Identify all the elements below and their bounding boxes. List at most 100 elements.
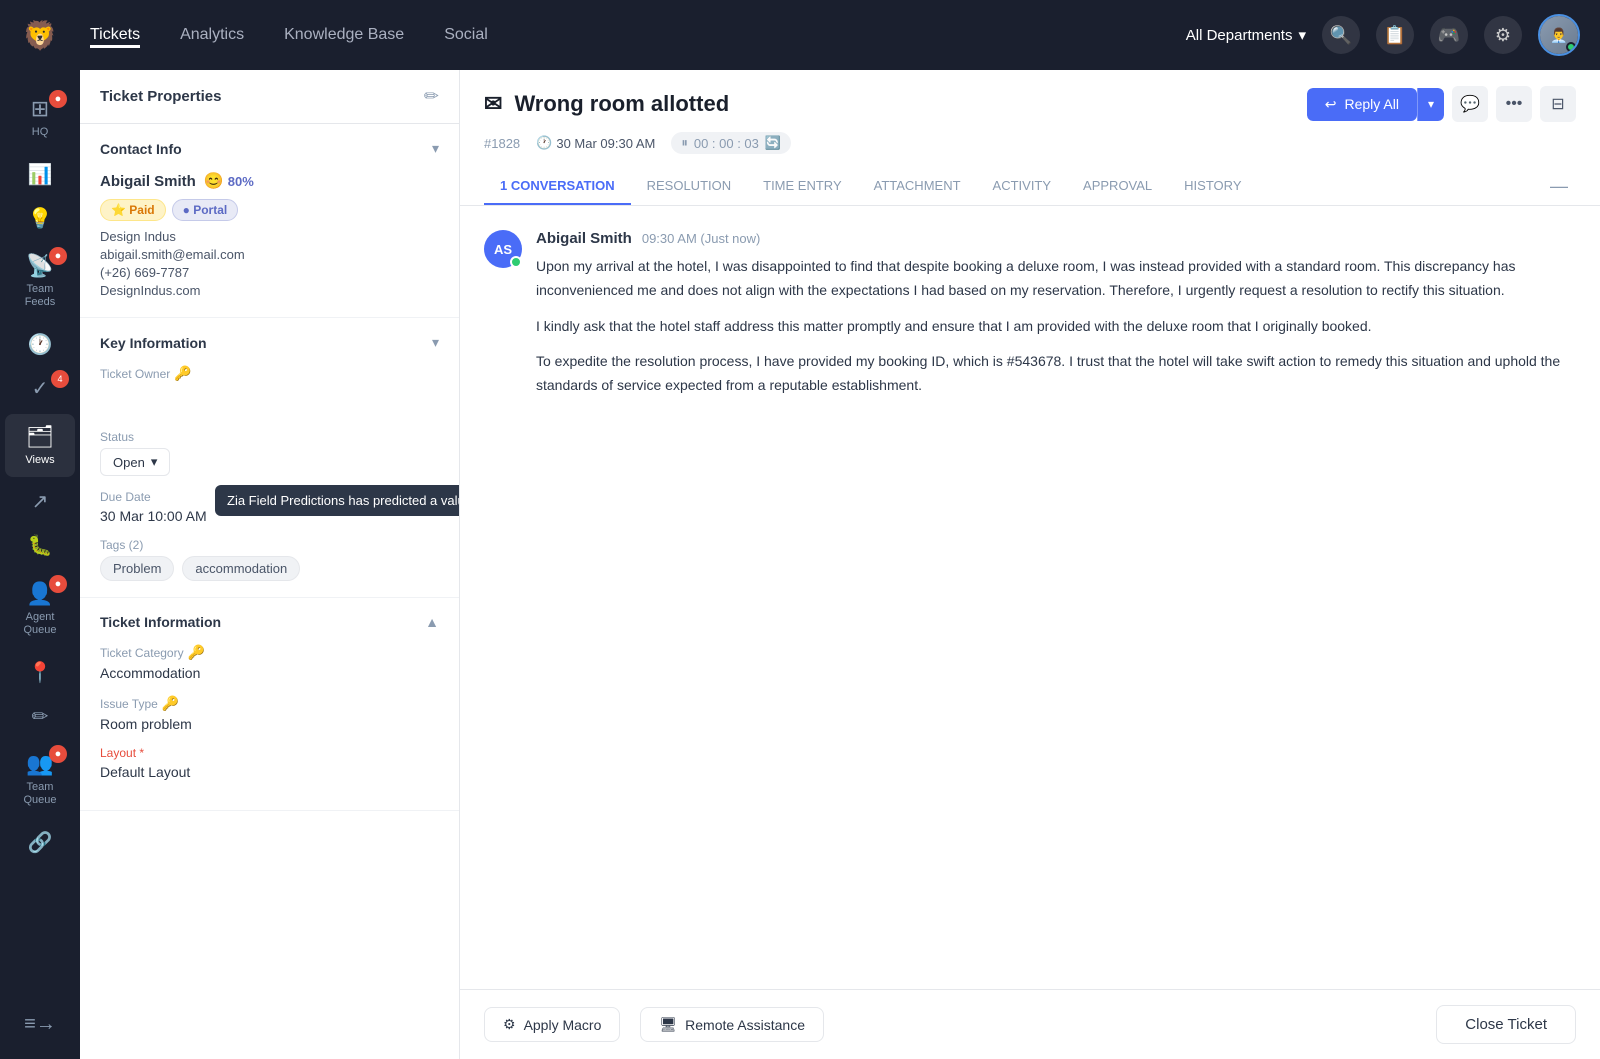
- tab-resolution[interactable]: RESOLUTION: [631, 168, 748, 205]
- sidebar-item-hq[interactable]: ⊞ HQ ●: [5, 86, 75, 149]
- refresh-icon: 🔄: [765, 135, 781, 151]
- nav-analytics[interactable]: Analytics: [180, 22, 244, 48]
- reply-icon: ↩: [1325, 96, 1337, 113]
- message-para-2: I kindly ask that the hotel staff addres…: [536, 315, 1576, 339]
- sidebar-icon-share[interactable]: ↗: [5, 483, 75, 521]
- views-label: Views: [25, 454, 54, 467]
- remote-assistance-btn[interactable]: 🖥 Remote Assistance: [640, 1007, 824, 1042]
- zia-tooltip: Zia Field Predictions has predicted a va…: [215, 485, 460, 516]
- contact-info-header[interactable]: Contact Info ▾: [100, 140, 439, 157]
- ticket-id: #1828: [484, 136, 520, 151]
- reply-dropdown-btn[interactable]: ▾: [1417, 88, 1444, 121]
- sidebar-icon-location[interactable]: 📍: [5, 653, 75, 691]
- check-icon: ✓: [32, 376, 49, 401]
- layers-btn[interactable]: ⊟: [1540, 86, 1576, 122]
- issue-type-label: Issue Type 🔑: [100, 695, 439, 712]
- avatar[interactable]: 👨‍💼: [1538, 14, 1580, 56]
- tab-history[interactable]: HISTORY: [1168, 168, 1257, 205]
- sidebar-icon-pen[interactable]: ✏: [5, 697, 75, 735]
- ticket-meta: #1828 🕐 30 Mar 09:30 AM ⏸ 00 : 00 : 03 🔄: [484, 132, 1576, 154]
- sidebar-icon-link[interactable]: 🔗: [5, 824, 75, 862]
- tab-attachment[interactable]: ATTACHMENT: [858, 168, 977, 205]
- close-ticket-label: Close Ticket: [1465, 1016, 1547, 1033]
- key-info-title: Key Information: [100, 335, 207, 351]
- nav-links: Tickets Analytics Knowledge Base Social: [90, 22, 1156, 48]
- agent-queue-label: AgentQueue: [23, 611, 56, 637]
- apply-macro-btn[interactable]: ⚙ Apply Macro: [484, 1007, 620, 1042]
- message-para-1: Upon my arrival at the hotel, I was disa…: [536, 255, 1576, 303]
- layout-label-text: Layout *: [100, 746, 144, 760]
- message-content: Abigail Smith 09:30 AM (Just now) Upon m…: [536, 230, 1576, 398]
- timer-pill: ⏸ 00 : 00 : 03 🔄: [671, 132, 791, 154]
- tabs-more-btn[interactable]: —: [1542, 176, 1576, 197]
- expand-sidebar-btn[interactable]: ≡→: [5, 1005, 75, 1043]
- score-badge: 😊 80%: [204, 171, 254, 191]
- message-para-3: To expedite the resolution process, I ha…: [536, 350, 1576, 398]
- sidebar: ⊞ HQ ● 📊 💡 📡 TeamFeeds ● 🕐 ✓ 4 🗂 Views ↗: [0, 70, 80, 1059]
- ticket-info-title: Ticket Information: [100, 614, 221, 630]
- team-feeds-label: TeamFeeds: [25, 283, 56, 309]
- key-information-section: Key Information ▾ Ticket Owner 🔑 Zia Fie…: [80, 318, 459, 598]
- more-options-btn[interactable]: •••: [1496, 86, 1532, 122]
- properties-title: Ticket Properties: [100, 88, 221, 105]
- team-queue-label: TeamQueue: [23, 781, 56, 807]
- category-label: Ticket Category 🔑: [100, 644, 439, 661]
- reply-all-group: ↩ Reply All ▾: [1307, 88, 1444, 121]
- hq-icon: ⊞: [31, 96, 49, 122]
- logo[interactable]: 🦁: [20, 15, 60, 55]
- category-value: Accommodation: [100, 665, 439, 681]
- status-dropdown[interactable]: Open ▾: [100, 448, 170, 476]
- tab-conversation[interactable]: 1 CONVERSATION: [484, 168, 631, 205]
- email-icon: ✉: [484, 91, 502, 117]
- contact-info-title: Contact Info: [100, 141, 182, 157]
- sidebar-icon-bug[interactable]: 🐛: [5, 527, 75, 565]
- sidebar-icon-history[interactable]: 🕐: [5, 326, 75, 364]
- main-area: ⊞ HQ ● 📊 💡 📡 TeamFeeds ● 🕐 ✓ 4 🗂 Views ↗: [0, 70, 1600, 1059]
- score-icon: 😊: [204, 171, 224, 191]
- contact-info-section: Contact Info ▾ Abigail Smith 😊 80% ⭐ Pai…: [80, 124, 459, 318]
- chat-icon-btn[interactable]: 💬: [1452, 86, 1488, 122]
- contact-phone: (+26) 669-7787: [100, 265, 439, 280]
- message-time: 09:30 AM (Just now): [642, 231, 761, 246]
- agent-queue-badge: ●: [49, 575, 67, 593]
- apply-macro-label: Apply Macro: [524, 1017, 602, 1033]
- message-sender-row: Abigail Smith 09:30 AM (Just now): [536, 230, 1576, 247]
- ticket-owner-label: Ticket Owner 🔑: [100, 365, 439, 382]
- sidebar-item-agent-queue[interactable]: 👤 AgentQueue ●: [5, 571, 75, 647]
- ticket-date: 30 Mar 09:30 AM: [556, 136, 655, 151]
- tabs-row: 1 CONVERSATION RESOLUTION TIME ENTRY ATT…: [484, 168, 1576, 205]
- sidebar-item-team-queue[interactable]: 👥 TeamQueue ●: [5, 741, 75, 817]
- nav-knowledge-base[interactable]: Knowledge Base: [284, 22, 404, 48]
- tab-approval[interactable]: APPROVAL: [1067, 168, 1168, 205]
- nav-tickets[interactable]: Tickets: [90, 22, 140, 48]
- sidebar-item-views[interactable]: 🗂 Views: [5, 414, 75, 477]
- close-ticket-btn[interactable]: Close Ticket: [1436, 1005, 1576, 1044]
- zia-icon: 🔑: [174, 365, 191, 382]
- reply-all-label: Reply All: [1345, 96, 1399, 112]
- contact-email: abigail.smith@email.com: [100, 247, 439, 262]
- sidebar-icon-bulb[interactable]: 💡: [5, 199, 75, 237]
- message-initials: AS: [494, 242, 512, 257]
- settings-button[interactable]: ⚙: [1484, 16, 1522, 54]
- nav-social[interactable]: Social: [444, 22, 488, 48]
- sidebar-icon-chart[interactable]: 📊: [5, 155, 75, 193]
- ticket-info-header[interactable]: Ticket Information ▲: [100, 614, 439, 630]
- tab-time-entry[interactable]: TIME ENTRY: [747, 168, 858, 205]
- contacts-button[interactable]: 📋: [1376, 16, 1414, 54]
- sidebar-item-team-feeds[interactable]: 📡 TeamFeeds ●: [5, 243, 75, 319]
- key-info-header[interactable]: Key Information ▾: [100, 334, 439, 351]
- properties-edit-btn[interactable]: ✏: [424, 86, 439, 107]
- status-value: Open: [113, 455, 145, 470]
- department-selector[interactable]: All Departments ▾: [1186, 26, 1306, 44]
- chart-icon: 📊: [28, 162, 53, 187]
- search-button[interactable]: 🔍: [1322, 16, 1360, 54]
- category-zia-icon: 🔑: [188, 644, 205, 661]
- tab-activity[interactable]: ACTIVITY: [977, 168, 1068, 205]
- remote-icon: 🖥: [659, 1016, 677, 1033]
- sidebar-icon-check[interactable]: ✓ 4: [5, 370, 75, 408]
- link-icon: 🔗: [28, 830, 53, 855]
- reply-all-btn[interactable]: ↩ Reply All: [1307, 88, 1417, 121]
- gamepad-button[interactable]: 🎮: [1430, 16, 1468, 54]
- layout-value: Default Layout: [100, 764, 439, 780]
- ticket-information-section: Ticket Information ▲ Ticket Category 🔑 A…: [80, 598, 459, 811]
